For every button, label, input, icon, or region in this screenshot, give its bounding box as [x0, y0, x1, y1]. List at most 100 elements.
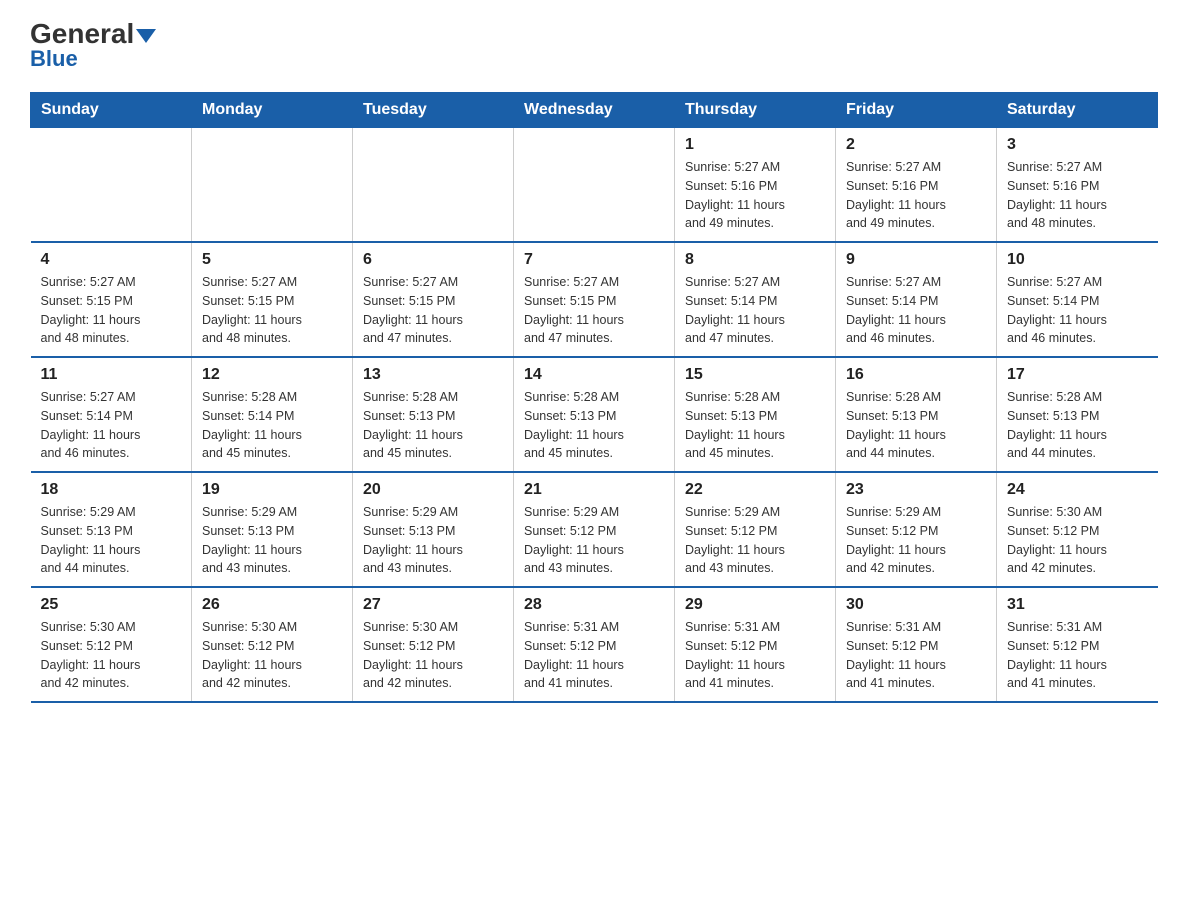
week-row-5: 25 Sunrise: 5:30 AM Sunset: 5:12 PM Dayli… [31, 587, 1158, 702]
day-cell [31, 128, 192, 243]
day-cell: 14 Sunrise: 5:28 AM Sunset: 5:13 PM Dayli… [514, 357, 675, 472]
day-cell [353, 128, 514, 243]
day-number: 2 [846, 136, 986, 154]
header-cell-saturday: Saturday [997, 93, 1158, 128]
day-info: Sunrise: 5:27 AM Sunset: 5:14 PM Dayligh… [685, 273, 825, 348]
day-info: Sunrise: 5:27 AM Sunset: 5:15 PM Dayligh… [363, 273, 503, 348]
day-number: 17 [1007, 366, 1148, 384]
day-cell: 17 Sunrise: 5:28 AM Sunset: 5:13 PM Dayli… [997, 357, 1158, 472]
day-info: Sunrise: 5:28 AM Sunset: 5:13 PM Dayligh… [363, 388, 503, 463]
day-number: 13 [363, 366, 503, 384]
day-number: 25 [41, 596, 182, 614]
day-number: 5 [202, 251, 342, 269]
header-cell-monday: Monday [192, 93, 353, 128]
day-number: 7 [524, 251, 664, 269]
header-cell-sunday: Sunday [31, 93, 192, 128]
day-number: 24 [1007, 481, 1148, 499]
day-cell: 7 Sunrise: 5:27 AM Sunset: 5:15 PM Daylig… [514, 242, 675, 357]
week-row-3: 11 Sunrise: 5:27 AM Sunset: 5:14 PM Dayli… [31, 357, 1158, 472]
day-info: Sunrise: 5:29 AM Sunset: 5:13 PM Dayligh… [202, 503, 342, 578]
day-info: Sunrise: 5:28 AM Sunset: 5:13 PM Dayligh… [1007, 388, 1148, 463]
day-number: 21 [524, 481, 664, 499]
day-number: 8 [685, 251, 825, 269]
day-info: Sunrise: 5:27 AM Sunset: 5:14 PM Dayligh… [846, 273, 986, 348]
day-cell: 23Sunrise: 5:29 AM Sunset: 5:12 PM Dayli… [836, 472, 997, 587]
day-cell: 11 Sunrise: 5:27 AM Sunset: 5:14 PM Dayli… [31, 357, 192, 472]
header-cell-tuesday: Tuesday [353, 93, 514, 128]
page-header: General Blue [30, 20, 1158, 72]
day-cell: 15 Sunrise: 5:28 AM Sunset: 5:13 PM Dayli… [675, 357, 836, 472]
day-cell: 18 Sunrise: 5:29 AM Sunset: 5:13 PM Dayli… [31, 472, 192, 587]
day-number: 29 [685, 596, 825, 614]
day-number: 18 [41, 481, 182, 499]
day-cell: 21 Sunrise: 5:29 AM Sunset: 5:12 PM Dayli… [514, 472, 675, 587]
day-number: 27 [363, 596, 503, 614]
day-number: 12 [202, 366, 342, 384]
week-row-2: 4 Sunrise: 5:27 AM Sunset: 5:15 PM Daylig… [31, 242, 1158, 357]
day-cell: 12Sunrise: 5:28 AM Sunset: 5:14 PM Dayli… [192, 357, 353, 472]
day-info: Sunrise: 5:27 AM Sunset: 5:16 PM Dayligh… [685, 158, 825, 233]
day-cell: 26Sunrise: 5:30 AM Sunset: 5:12 PM Dayli… [192, 587, 353, 702]
day-cell: 8 Sunrise: 5:27 AM Sunset: 5:14 PM Daylig… [675, 242, 836, 357]
day-info: Sunrise: 5:28 AM Sunset: 5:13 PM Dayligh… [846, 388, 986, 463]
day-number: 22 [685, 481, 825, 499]
day-number: 4 [41, 251, 182, 269]
day-number: 15 [685, 366, 825, 384]
day-cell: 2 Sunrise: 5:27 AM Sunset: 5:16 PM Daylig… [836, 128, 997, 243]
calendar-table: SundayMondayTuesdayWednesdayThursdayFrid… [30, 92, 1158, 703]
day-info: Sunrise: 5:31 AM Sunset: 5:12 PM Dayligh… [1007, 618, 1148, 693]
day-number: 10 [1007, 251, 1148, 269]
day-cell: 22 Sunrise: 5:29 AM Sunset: 5:12 PM Dayli… [675, 472, 836, 587]
day-number: 6 [363, 251, 503, 269]
week-row-4: 18 Sunrise: 5:29 AM Sunset: 5:13 PM Dayli… [31, 472, 1158, 587]
day-number: 9 [846, 251, 986, 269]
day-cell: 19 Sunrise: 5:29 AM Sunset: 5:13 PM Dayli… [192, 472, 353, 587]
day-cell: 28Sunrise: 5:31 AM Sunset: 5:12 PM Dayli… [514, 587, 675, 702]
day-cell: 29Sunrise: 5:31 AM Sunset: 5:12 PM Dayli… [675, 587, 836, 702]
day-info: Sunrise: 5:29 AM Sunset: 5:12 PM Dayligh… [524, 503, 664, 578]
day-info: Sunrise: 5:30 AM Sunset: 5:12 PM Dayligh… [363, 618, 503, 693]
day-info: Sunrise: 5:27 AM Sunset: 5:15 PM Dayligh… [41, 273, 182, 348]
day-number: 16 [846, 366, 986, 384]
day-info: Sunrise: 5:27 AM Sunset: 5:16 PM Dayligh… [846, 158, 986, 233]
day-cell [192, 128, 353, 243]
header-cell-friday: Friday [836, 93, 997, 128]
day-info: Sunrise: 5:30 AM Sunset: 5:12 PM Dayligh… [1007, 503, 1148, 578]
day-number: 20 [363, 481, 503, 499]
day-info: Sunrise: 5:31 AM Sunset: 5:12 PM Dayligh… [524, 618, 664, 693]
day-info: Sunrise: 5:27 AM Sunset: 5:16 PM Dayligh… [1007, 158, 1148, 233]
day-cell: 31Sunrise: 5:31 AM Sunset: 5:12 PM Dayli… [997, 587, 1158, 702]
day-cell: 9 Sunrise: 5:27 AM Sunset: 5:14 PM Daylig… [836, 242, 997, 357]
logo-blue: Blue [30, 46, 78, 72]
day-info: Sunrise: 5:28 AM Sunset: 5:13 PM Dayligh… [524, 388, 664, 463]
day-info: Sunrise: 5:29 AM Sunset: 5:13 PM Dayligh… [363, 503, 503, 578]
day-cell: 16 Sunrise: 5:28 AM Sunset: 5:13 PM Dayli… [836, 357, 997, 472]
day-number: 11 [41, 366, 182, 384]
day-info: Sunrise: 5:28 AM Sunset: 5:13 PM Dayligh… [685, 388, 825, 463]
day-number: 23 [846, 481, 986, 499]
day-info: Sunrise: 5:27 AM Sunset: 5:15 PM Dayligh… [202, 273, 342, 348]
day-number: 26 [202, 596, 342, 614]
week-row-1: 1 Sunrise: 5:27 AM Sunset: 5:16 PM Daylig… [31, 128, 1158, 243]
day-number: 3 [1007, 136, 1148, 154]
header-row: SundayMondayTuesdayWednesdayThursdayFrid… [31, 93, 1158, 128]
day-number: 30 [846, 596, 986, 614]
day-cell: 25 Sunrise: 5:30 AM Sunset: 5:12 PM Dayli… [31, 587, 192, 702]
day-info: Sunrise: 5:27 AM Sunset: 5:15 PM Dayligh… [524, 273, 664, 348]
day-info: Sunrise: 5:27 AM Sunset: 5:14 PM Dayligh… [41, 388, 182, 463]
day-number: 1 [685, 136, 825, 154]
day-info: Sunrise: 5:29 AM Sunset: 5:12 PM Dayligh… [685, 503, 825, 578]
day-info: Sunrise: 5:30 AM Sunset: 5:12 PM Dayligh… [41, 618, 182, 693]
logo: General Blue [30, 20, 156, 72]
day-cell: 24 Sunrise: 5:30 AM Sunset: 5:12 PM Dayli… [997, 472, 1158, 587]
day-cell: 3 Sunrise: 5:27 AM Sunset: 5:16 PM Daylig… [997, 128, 1158, 243]
day-cell: 10Sunrise: 5:27 AM Sunset: 5:14 PM Dayli… [997, 242, 1158, 357]
day-number: 14 [524, 366, 664, 384]
day-info: Sunrise: 5:29 AM Sunset: 5:13 PM Dayligh… [41, 503, 182, 578]
day-cell: 27 Sunrise: 5:30 AM Sunset: 5:12 PM Dayli… [353, 587, 514, 702]
day-number: 19 [202, 481, 342, 499]
calendar-header: SundayMondayTuesdayWednesdayThursdayFrid… [31, 93, 1158, 128]
day-cell: 4 Sunrise: 5:27 AM Sunset: 5:15 PM Daylig… [31, 242, 192, 357]
day-cell: 1 Sunrise: 5:27 AM Sunset: 5:16 PM Daylig… [675, 128, 836, 243]
day-cell: 5 Sunrise: 5:27 AM Sunset: 5:15 PM Daylig… [192, 242, 353, 357]
